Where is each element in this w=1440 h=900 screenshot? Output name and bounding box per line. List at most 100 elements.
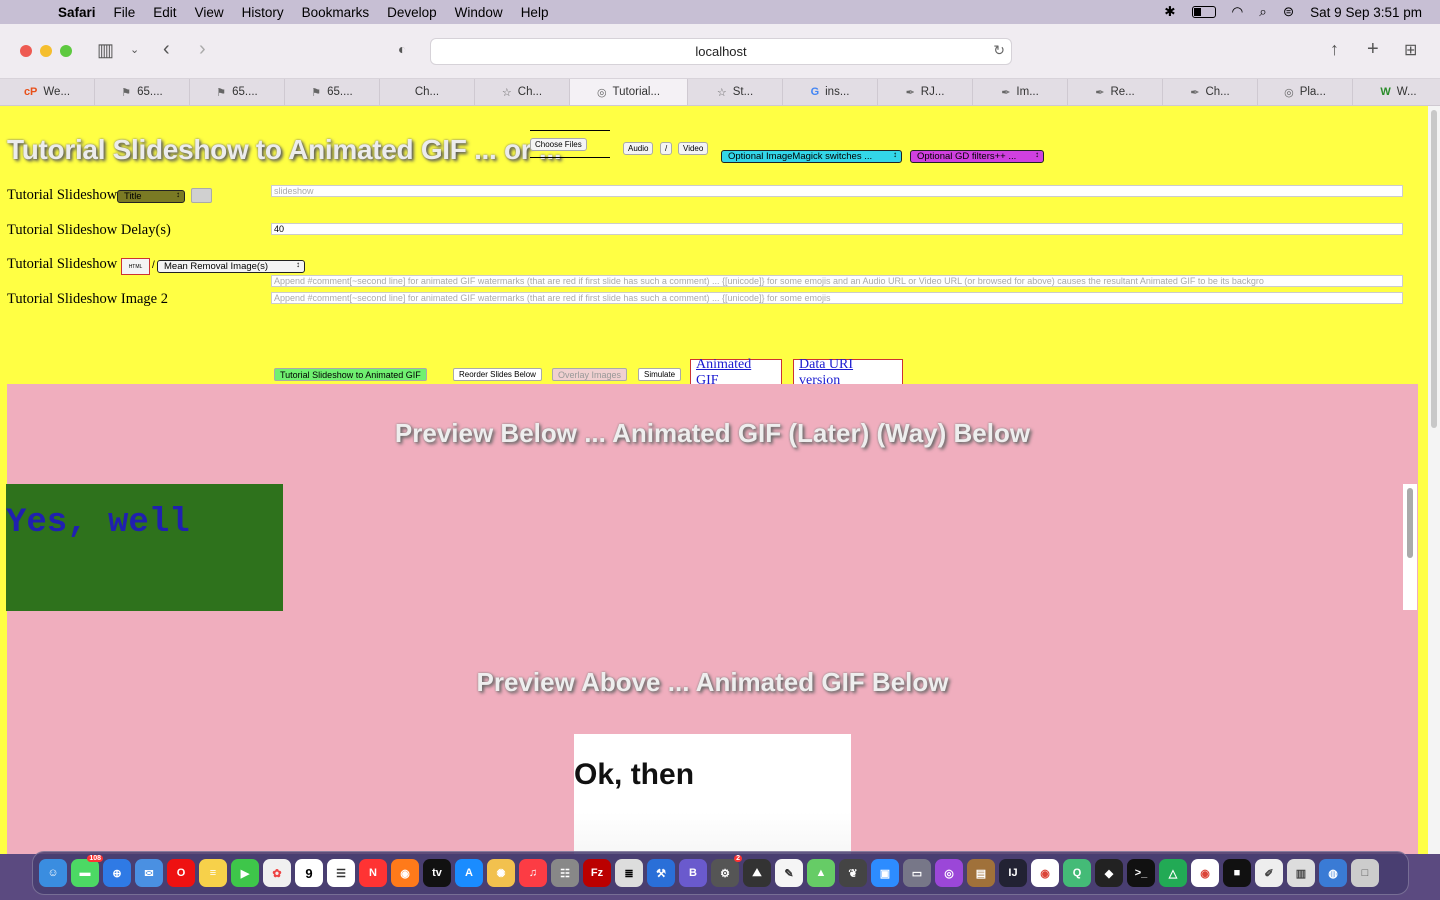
tab[interactable]: ⚑ 65.... — [95, 79, 190, 105]
archive-icon[interactable]: ▤ — [967, 859, 995, 887]
share-icon[interactable]: ↑ — [1330, 39, 1339, 60]
filezilla-icon[interactable]: Fz — [583, 859, 611, 887]
color-swatch-button[interactable] — [191, 188, 212, 203]
address-bar[interactable]: localhost ↻ — [430, 38, 1012, 65]
system-preferences-icon[interactable]: ⚙ 2 — [711, 855, 742, 887]
close-window-button[interactable] — [20, 45, 32, 57]
calculator-icon[interactable]: ≣ — [615, 859, 643, 887]
trash-icon[interactable]: □ — [1351, 859, 1379, 887]
image2-comment-input[interactable]: Append #comment[~second line] for animat… — [271, 292, 1403, 304]
minimize-window-button[interactable] — [40, 45, 52, 57]
sidebar-icon[interactable]: ▥ — [97, 40, 114, 61]
firefox-icon[interactable]: ◉ — [391, 859, 419, 887]
tab[interactable]: ✒ Re... — [1068, 79, 1163, 105]
gd-filters-select[interactable]: Optional GD filters++ ... ↕ — [910, 150, 1044, 163]
tab[interactable]: ✒ Ch... — [1163, 79, 1258, 105]
choose-files-button[interactable]: Choose Files — [530, 138, 587, 151]
tab-active[interactable]: ◎ Tutorial... — [570, 79, 688, 105]
imagemagick-select[interactable]: Optional ImageMagick switches ... ↕ — [721, 150, 902, 163]
audio-button[interactable]: Audio — [623, 142, 654, 155]
scrollbar-thumb[interactable] — [1431, 110, 1437, 428]
tab[interactable]: cP We... — [0, 79, 95, 105]
menu-edit[interactable]: Edit — [153, 5, 176, 20]
menu-app-name[interactable]: Safari — [58, 5, 96, 20]
search-icon[interactable]: ⌕ — [1259, 4, 1267, 20]
gimp-wilber-icon[interactable]: ❦ — [839, 859, 867, 887]
privacy-shield-icon[interactable]: ◐ — [398, 41, 406, 57]
zoom-icon[interactable]: ▣ — [871, 859, 899, 887]
reminders-icon[interactable]: ☰ — [327, 859, 355, 887]
tab-overview-icon[interactable]: ⊞ — [1404, 40, 1417, 60]
tab[interactable]: ✒ Im... — [973, 79, 1068, 105]
delay-input[interactable]: 40 — [271, 223, 1403, 235]
downloads-globe-icon[interactable]: ◍ — [1319, 859, 1347, 887]
tab[interactable]: Ch... — [380, 79, 475, 105]
menu-bookmarks[interactable]: Bookmarks — [302, 5, 370, 20]
page-scrollbar[interactable] — [1428, 106, 1440, 854]
mail-icon[interactable]: ✉ — [135, 859, 163, 887]
image1-comment-input[interactable]: Append #comment[~second line] for animat… — [271, 275, 1403, 287]
zoom-window-button[interactable] — [60, 45, 72, 57]
app-store-icon[interactable]: A — [455, 859, 483, 887]
back-icon[interactable]: ‹ — [163, 38, 170, 61]
forward-icon[interactable]: › — [199, 38, 206, 61]
gimp-icon[interactable]: ✺ — [487, 859, 515, 887]
overlay-images-button[interactable]: Overlay Images — [552, 368, 628, 381]
menubar-clock[interactable]: Sat 9 Sep 3:51 pm — [1310, 5, 1422, 20]
new-tab-icon[interactable]: + — [1367, 38, 1379, 61]
slideshow-input[interactable]: slideshow — [271, 185, 1403, 197]
menu-history[interactable]: History — [242, 5, 284, 20]
inkscape-icon[interactable]: ◆ — [1095, 859, 1123, 887]
news-icon[interactable]: N — [359, 859, 387, 887]
podcasts-icon[interactable]: ◎ — [935, 859, 963, 887]
textedit-icon[interactable]: ✎ — [775, 859, 803, 887]
tab[interactable]: ⚑ 65.... — [285, 79, 380, 105]
tab[interactable]: ⚑ 65.... — [190, 79, 285, 105]
control-center-icon[interactable]: ⊜ — [1283, 4, 1294, 20]
slash-button[interactable]: / — [660, 142, 673, 155]
video-button[interactable]: Video — [678, 142, 709, 155]
music-icon[interactable]: ♫ — [519, 859, 547, 887]
calendar-icon[interactable]: 9 — [295, 859, 323, 887]
tab[interactable]: ☆ Ch... — [475, 79, 570, 105]
tab[interactable]: ◎ Pla... — [1258, 79, 1353, 105]
tab[interactable]: Gins... — [783, 79, 878, 105]
android-studio-icon[interactable]: △ — [1159, 859, 1187, 887]
chevron-down-icon[interactable]: ⌄ — [130, 43, 139, 56]
intellij-icon[interactable]: IJ — [999, 859, 1027, 887]
animated-gif-link[interactable]: Animated GIF — [690, 357, 782, 388]
menu-window[interactable]: Window — [455, 5, 503, 20]
bbedit-icon[interactable]: B — [679, 859, 707, 887]
maps-icon[interactable]: ▲ — [807, 859, 835, 887]
xcode-icon[interactable]: ⚒ — [647, 859, 675, 887]
terminal-icon[interactable]: >_ — [1127, 859, 1155, 887]
title-select[interactable]: Title ↕ — [117, 190, 185, 203]
facetime-icon[interactable]: ▶ — [231, 859, 259, 887]
sequel-pro-icon[interactable]: ⛰ — [743, 859, 771, 887]
chrome-icon[interactable]: ◉ — [1031, 859, 1059, 887]
tab[interactable]: ☆ St... — [688, 79, 783, 105]
scrollbar-thumb[interactable] — [1407, 488, 1413, 558]
photos-icon[interactable]: ✿ — [263, 859, 291, 887]
script-editor-icon[interactable]: ✐ — [1255, 859, 1283, 887]
console-icon[interactable]: ■ — [1223, 859, 1251, 887]
messages-icon[interactable]: ▬ 108 — [71, 855, 103, 887]
menu-develop[interactable]: Develop — [387, 5, 437, 20]
menu-help[interactable]: Help — [521, 5, 549, 20]
mean-removal-select[interactable]: Mean Removal Image(s) ↕ — [157, 260, 305, 273]
data-uri-link[interactable]: Data URI version — [793, 357, 903, 388]
simulate-button[interactable]: Simulate — [638, 368, 682, 381]
documents-folder-icon[interactable]: ▥ — [1287, 859, 1315, 887]
safari-icon[interactable]: ⊕ — [103, 859, 131, 887]
wifi-icon[interactable]: ◠ — [1232, 4, 1244, 20]
reload-icon[interactable]: ↻ — [993, 42, 1005, 59]
preview-scrollbar[interactable] — [1403, 484, 1417, 610]
opera-icon[interactable]: O — [167, 859, 195, 887]
convert-to-gif-button[interactable]: Tutorial Slideshow to Animated GIF — [274, 368, 427, 381]
screen-sharing-icon[interactable]: ▭ — [903, 859, 931, 887]
tab[interactable]: W W... — [1353, 79, 1440, 105]
tab[interactable]: ✒ RJ... — [878, 79, 973, 105]
html-button[interactable]: HTML — [121, 258, 150, 275]
reorder-slides-button[interactable]: Reorder Slides Below — [453, 368, 542, 381]
bluetooth-icon[interactable]: ✱ — [1164, 4, 1175, 20]
